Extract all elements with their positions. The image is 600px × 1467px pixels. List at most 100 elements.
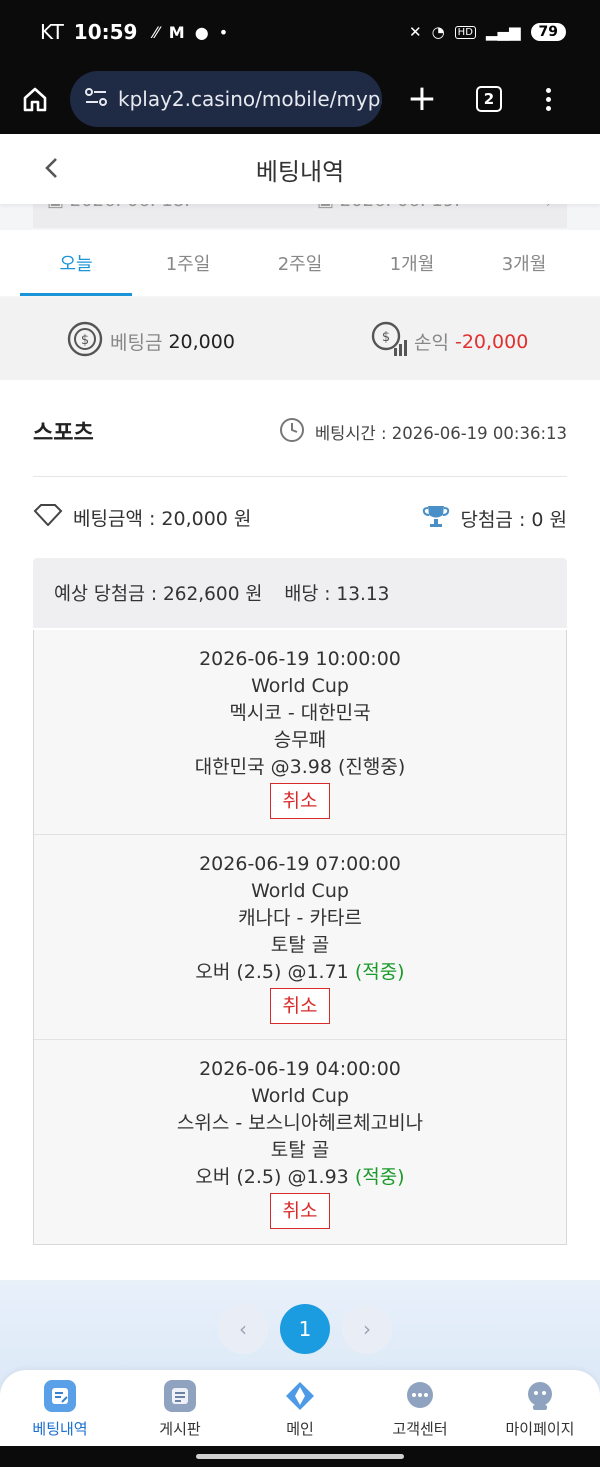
nav-label: 게시판 xyxy=(159,1420,201,1438)
gesture-navigation-bar xyxy=(0,1446,600,1467)
period-tabs: 오늘 1주일 2주일 1개월 3개월 xyxy=(20,238,580,296)
amount-row: 베팅금액 : 20,000 원 당첨금 : 0 원 xyxy=(33,504,567,534)
match-teams: 멕시코 - 대한민국 xyxy=(229,702,371,724)
pick-text: 대한민국 @3.98 xyxy=(194,756,332,778)
next-page-button[interactable]: › xyxy=(342,1304,392,1354)
profile-icon xyxy=(524,1380,556,1412)
bet-summary: $ 베팅금 20,000 $ 손익 -20,000 xyxy=(0,298,600,380)
wifi-icon: ◔ xyxy=(431,23,445,41)
bet-amount: 베팅금액 : 20,000 원 xyxy=(33,504,251,531)
support-chat-icon xyxy=(404,1380,436,1412)
pagination: ‹ 1 › xyxy=(218,1304,392,1354)
bet-time: 베팅시간 : 2026-06-19 00:36:13 xyxy=(279,417,567,447)
profit-value: -20,000 xyxy=(454,330,529,353)
clock-icon xyxy=(279,417,305,447)
money-growth-icon: $ xyxy=(370,320,408,363)
league-name: World Cup xyxy=(251,880,349,902)
nav-board[interactable]: 게시판 xyxy=(120,1370,240,1446)
nav-label: 메인 xyxy=(286,1420,314,1438)
win-amount: 당첨금 : 0 원 xyxy=(422,504,567,533)
more-options-icon[interactable] xyxy=(546,87,551,111)
cancel-button[interactable]: 취소 xyxy=(269,783,331,819)
svg-text:$: $ xyxy=(81,333,89,348)
trophy-icon xyxy=(422,504,450,533)
bet-time-text: 베팅시간 : 2026-06-19 00:36:13 xyxy=(314,424,567,443)
nav-bet-history[interactable]: 베팅내역 xyxy=(0,1370,120,1446)
diamond-icon xyxy=(33,504,63,531)
dot-icon: • xyxy=(218,22,229,42)
status-text: (적중) xyxy=(354,1166,405,1188)
total-bet-summary: $ 베팅금 20,000 xyxy=(66,320,235,363)
home-icon[interactable] xyxy=(20,84,50,114)
pick-text: 오버 (2.5) @1.93 xyxy=(195,1166,349,1188)
market-name: 토탈 골 xyxy=(270,934,330,956)
bet-slip-card: 스포츠 베팅시간 : 2026-06-19 00:36:13 베팅금액 : 20… xyxy=(0,380,600,1280)
prev-page-button[interactable]: ‹ xyxy=(218,1304,268,1354)
url-text: kplay2.casino/mobile/mypa xyxy=(118,87,382,111)
market-name: 승무패 xyxy=(273,729,327,751)
nav-label: 고객센터 xyxy=(392,1420,448,1438)
bet-selection: 2026-06-19 07:00:00 World Cup 캐나다 - 카타르 … xyxy=(34,835,566,1040)
total-odds-text: 배당 : 13.13 xyxy=(284,584,390,605)
bet-amount-text: 베팅금액 : 20,000 원 xyxy=(73,508,252,530)
browser-toolbar: kplay2.casino/mobile/mypa + 2 xyxy=(0,64,600,134)
site-settings-icon[interactable] xyxy=(84,87,108,112)
status-text: (적중) xyxy=(354,961,405,983)
nav-label: 마이페이지 xyxy=(505,1420,575,1438)
cancel-button[interactable]: 취소 xyxy=(269,1193,331,1229)
address-bar[interactable]: kplay2.casino/mobile/mypa xyxy=(70,71,382,127)
wifi-calling-icon: ⁄⁄ xyxy=(153,22,159,42)
expected-win-text: 예상 당첨금 : 262,600 원 xyxy=(54,584,263,605)
page-1-button[interactable]: 1 xyxy=(280,1304,330,1354)
bet-selections: 2026-06-19 10:00:00 World Cup 멕시코 - 대한민국… xyxy=(33,630,567,1245)
nav-label: 베팅내역 xyxy=(32,1420,88,1438)
profit-summary: $ 손익 -20,000 xyxy=(370,320,528,363)
tab-today[interactable]: 오늘 xyxy=(20,238,132,296)
notification-icons: ⁄⁄ M ● • xyxy=(153,23,228,42)
page-header: 베팅내역 xyxy=(0,134,600,204)
status-right-icons: ✕ ◔ HD ▂▄▆ 79 xyxy=(409,23,566,41)
board-icon xyxy=(164,1380,196,1412)
status-text: (진행중) xyxy=(338,756,406,778)
tab-switcher-button[interactable]: 2 xyxy=(476,86,502,112)
tab-3-months[interactable]: 3개월 xyxy=(468,238,580,296)
pick-text: 오버 (2.5) @1.71 xyxy=(195,961,349,983)
new-tab-icon[interactable]: + xyxy=(406,81,438,117)
mail-icon: M xyxy=(168,22,185,42)
nav-support[interactable]: 고객센터 xyxy=(360,1370,480,1446)
bet-history-icon xyxy=(44,1380,76,1412)
tab-2-weeks[interactable]: 2주일 xyxy=(244,238,356,296)
bottom-navigation: 베팅내역 게시판 메인 고객센터 마이페이지 xyxy=(0,1370,600,1446)
nav-main[interactable]: 메인 xyxy=(240,1370,360,1446)
match-datetime: 2026-06-19 07:00:00 xyxy=(199,853,401,875)
bet-slip-header: 스포츠 베팅시간 : 2026-06-19 00:36:13 xyxy=(33,415,567,477)
bet-selection: 2026-06-19 10:00:00 World Cup 멕시코 - 대한민국… xyxy=(34,630,566,835)
page-title: 베팅내역 xyxy=(255,157,345,186)
league-name: World Cup xyxy=(251,1085,349,1107)
tab-1-week[interactable]: 1주일 xyxy=(132,238,244,296)
hd-icon: HD xyxy=(454,25,476,39)
pick-line: 오버 (2.5) @1.93 (적중) xyxy=(34,1164,566,1191)
match-datetime: 2026-06-19 10:00:00 xyxy=(199,648,401,670)
main-icon xyxy=(284,1380,316,1412)
bet-total-value: 20,000 xyxy=(168,330,235,353)
mute-icon: ✕ xyxy=(409,23,422,41)
divider xyxy=(33,476,567,477)
bet-total-label: 베팅금 xyxy=(110,332,163,354)
bet-selection: 2026-06-19 04:00:00 World Cup 스위스 - 보스니아… xyxy=(34,1040,566,1244)
pick-line: 오버 (2.5) @1.71 (적중) xyxy=(34,959,566,986)
league-name: World Cup xyxy=(251,675,349,697)
system-status-bar: KT 10:59 ⁄⁄ M ● • ✕ ◔ HD ▂▄▆ 79 xyxy=(0,0,600,64)
clock: 10:59 xyxy=(73,20,138,44)
carrier-label: KT xyxy=(40,20,64,44)
back-arrow-icon[interactable] xyxy=(40,156,64,180)
nav-my-page[interactable]: 마이페이지 xyxy=(480,1370,600,1446)
tab-1-month[interactable]: 1개월 xyxy=(356,238,468,296)
pick-line: 대한민국 @3.98 (진행중) xyxy=(34,754,566,781)
signal-icon: ▂▄▆ xyxy=(485,23,521,41)
profit-label: 손익 xyxy=(414,332,449,354)
home-gesture-handle[interactable] xyxy=(196,1454,404,1459)
market-name: 토탈 골 xyxy=(270,1139,330,1161)
chat-bubble-icon: ● xyxy=(194,22,209,42)
cancel-button[interactable]: 취소 xyxy=(269,988,331,1024)
